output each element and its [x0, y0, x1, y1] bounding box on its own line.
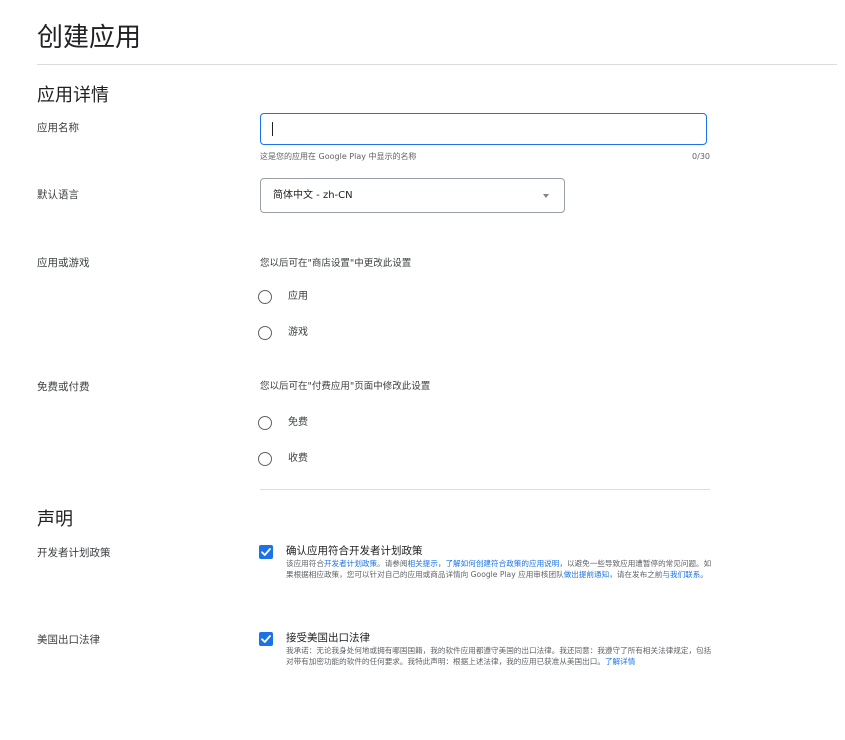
title-divider — [37, 64, 837, 65]
free-or-paid-label: 免费或付费 — [37, 381, 90, 393]
default-language-select[interactable]: 简体中文 - zh-CN — [260, 178, 565, 213]
section-divider — [260, 489, 710, 490]
app-or-game-description: 您以后可在"商店设置"中更改此设置 — [260, 258, 412, 269]
radio-paid[interactable] — [258, 452, 272, 466]
us-export-checkbox[interactable] — [259, 632, 273, 646]
radio-free[interactable] — [258, 416, 272, 430]
section-title-app-details: 应用详情 — [37, 85, 109, 106]
us-export-title: 接受美国出口法律 — [286, 632, 370, 644]
radio-game-label[interactable]: 游戏 — [288, 326, 308, 340]
developer-policy-checkbox[interactable] — [259, 545, 273, 559]
us-export-label: 美国出口法律 — [37, 634, 100, 646]
radio-free-label[interactable]: 免费 — [288, 416, 308, 430]
free-or-paid-description: 您以后可在"付费应用"页面中修改此设置 — [260, 381, 431, 392]
developer-policy-label: 开发者计划政策 — [37, 547, 111, 559]
check-icon — [261, 548, 271, 556]
check-icon — [261, 635, 271, 643]
radio-paid-label[interactable]: 收费 — [288, 452, 308, 466]
create-compliant-description-link[interactable]: 了解如何创建符合政策的应用说明 — [445, 559, 559, 568]
radio-game[interactable] — [258, 326, 272, 340]
section-title-declarations: 声明 — [37, 509, 73, 530]
developer-policy-body: 该应用符合开发者计划政策。请参阅相关提示，了解如何创建符合政策的应用说明，以避免… — [286, 559, 712, 579]
radio-app[interactable] — [258, 290, 272, 304]
app-name-counter: 0/30 — [692, 152, 710, 161]
developer-policy-link[interactable]: 开发者计划政策 — [324, 559, 377, 568]
learn-more-link[interactable]: 了解详情 — [605, 657, 635, 666]
developer-policy-title: 确认应用符合开发者计划政策 — [286, 545, 423, 557]
advance-notice-link[interactable]: 做出提前通知 — [564, 570, 610, 579]
contact-us-link[interactable]: 与我们联系 — [662, 570, 700, 579]
app-name-hint: 这是您的应用在 Google Play 中显示的名称 — [260, 152, 417, 161]
app-name-label: 应用名称 — [37, 122, 79, 134]
radio-app-label[interactable]: 应用 — [288, 290, 308, 304]
us-export-body: 我承诺：无论我身处何地或拥有哪国国籍，我的软件应用都遵守美国的出口法律。我还同意… — [286, 646, 712, 666]
default-language-value: 简体中文 - zh-CN — [273, 190, 353, 201]
page-title: 创建应用 — [37, 23, 142, 53]
related-tips-link[interactable]: 相关提示 — [408, 559, 438, 568]
app-name-input[interactable] — [260, 113, 707, 145]
app-or-game-label: 应用或游戏 — [37, 257, 90, 269]
text-cursor — [272, 122, 273, 136]
default-language-label: 默认语言 — [37, 189, 79, 201]
chevron-down-icon — [543, 194, 549, 198]
